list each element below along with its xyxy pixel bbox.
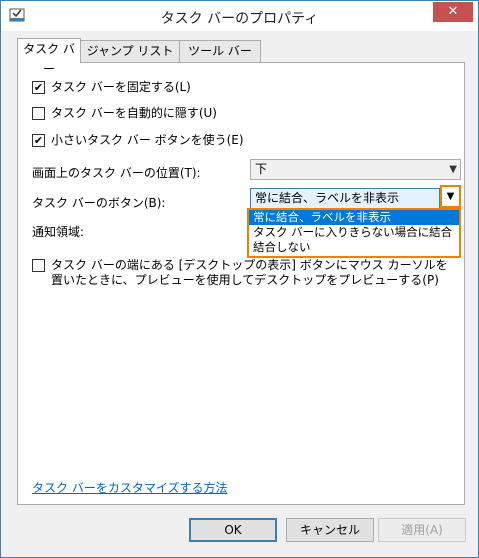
buttons-combine-value: 常に結合、ラベルを非表示: [255, 191, 400, 205]
taskbar-properties-window: タスク バーのプロパティ ✕ タスク バー ジャンプ リスト ツール バー ✔ …: [0, 0, 479, 558]
window-title: タスク バーのプロパティ: [160, 11, 319, 27]
autohide-checkbox[interactable]: [32, 107, 45, 120]
tab-taskbar[interactable]: タスク バー: [17, 38, 81, 76]
tab-jump-list[interactable]: ジャンプ リスト: [80, 40, 180, 62]
combine-option-always[interactable]: 常に結合、ラベルを非表示: [249, 210, 459, 225]
peek-checkbox[interactable]: [32, 259, 45, 272]
apply-button[interactable]: 適用(A): [378, 518, 466, 542]
taskbar-tab-panel: ✔ タスク バーを固定する(L) タスク バーを自動的に隠す(U) ✔ 小さいタ…: [17, 62, 465, 505]
lock-taskbar-checkbox[interactable]: ✔: [32, 81, 45, 94]
notification-label: 通知領域:: [32, 225, 85, 239]
peek-label: タスク バーの端にある [デスクトップの表示] ボタンにマウス カーソルを置いた…: [51, 258, 448, 287]
buttons-combine-label: タスク バーのボタン(B):: [32, 196, 166, 210]
tab-toolbars[interactable]: ツール バー: [179, 40, 261, 62]
buttons-combine-select[interactable]: 常に結合、ラベルを非表示: [250, 188, 440, 209]
lock-taskbar-label: タスク バーを固定する(L): [51, 80, 191, 94]
chevron-down-icon: ▼: [446, 191, 455, 202]
combine-option-when-full[interactable]: タスク バーに入りきらない場合に結合: [249, 225, 459, 240]
position-value: 下: [255, 162, 268, 176]
autohide-label: タスク バーを自動的に隠す(U): [51, 106, 217, 120]
customize-help-link[interactable]: タスク バーをカスタマイズする方法: [32, 479, 227, 496]
small-buttons-checkbox[interactable]: ✔: [32, 134, 45, 147]
title-bar: タスク バーのプロパティ ✕: [1, 1, 478, 31]
small-buttons-label: 小さいタスク バー ボタンを使う(E): [51, 133, 244, 147]
close-button[interactable]: ✕: [433, 2, 473, 22]
chevron-down-icon: ▼: [449, 164, 457, 175]
buttons-combine-dropdown-list: 常に結合、ラベルを非表示 タスク バーに入りきらない場合に結合 結合しない: [247, 208, 461, 258]
combine-option-never[interactable]: 結合しない: [249, 240, 459, 255]
buttons-combine-dropdown-button[interactable]: ▼: [440, 185, 461, 208]
ok-button[interactable]: OK: [189, 518, 277, 542]
cancel-button[interactable]: キャンセル: [286, 518, 374, 542]
position-select[interactable]: 下 ▼: [250, 159, 461, 180]
position-label: 画面上のタスク バーの位置(T):: [32, 166, 201, 180]
